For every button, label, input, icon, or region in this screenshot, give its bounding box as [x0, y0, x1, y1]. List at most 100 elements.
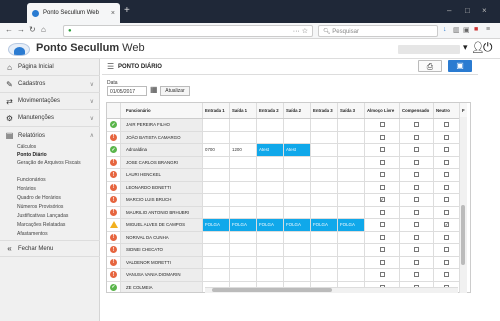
- comp-checkbox[interactable]: [414, 147, 419, 153]
- time-cell-s3[interactable]: [338, 144, 365, 156]
- time-cell-e2[interactable]: FOLGA: [257, 219, 284, 231]
- time-cell-e1[interactable]: [203, 131, 230, 143]
- time-cell-s2[interactable]: [284, 206, 311, 218]
- time-cell-s3[interactable]: [338, 231, 365, 243]
- almoco-checkbox[interactable]: [379, 184, 385, 190]
- sidebar-sub-item[interactable]: Geração de Arquivos Fiscais: [17, 160, 95, 166]
- minimize-icon[interactable]: –: [447, 6, 451, 15]
- vertical-scroll-thumb[interactable]: [461, 205, 465, 265]
- time-cell-s1[interactable]: [230, 206, 257, 218]
- time-cell-e3[interactable]: [311, 156, 338, 168]
- employee-name-cell[interactable]: LAURI HENCKEL: [121, 169, 203, 181]
- time-cell-e2[interactable]: [257, 256, 284, 268]
- download-icon[interactable]: ↓: [443, 26, 447, 33]
- time-cell-e1[interactable]: [203, 169, 230, 181]
- close-window-icon[interactable]: ×: [482, 6, 487, 15]
- neutro-checkbox[interactable]: [444, 184, 449, 190]
- almoco-checkbox[interactable]: ✓: [379, 197, 385, 203]
- time-cell-e1[interactable]: 0700: [203, 144, 230, 156]
- almoco-checkbox[interactable]: [379, 272, 385, 278]
- table-row[interactable]: ! JOSE CARLOS BRANGRI: [107, 156, 467, 169]
- save-button[interactable]: ▣: [448, 60, 472, 72]
- col-header[interactable]: Funcionário: [121, 103, 203, 118]
- time-cell-e3[interactable]: [311, 206, 338, 218]
- update-button[interactable]: Atualizar: [160, 86, 190, 96]
- table-row[interactable]: ! LAURI HENCKEL: [107, 169, 467, 182]
- almoco-checkbox[interactable]: [379, 172, 385, 178]
- user-name-box[interactable]: [398, 45, 460, 54]
- time-cell-e3[interactable]: [311, 119, 338, 131]
- col-header[interactable]: Entrada 1: [203, 103, 230, 118]
- neutro-checkbox[interactable]: [444, 209, 449, 215]
- comp-checkbox[interactable]: [414, 197, 419, 203]
- sidebar-sub-item[interactable]: Horários: [17, 186, 36, 192]
- col-header[interactable]: Saída 1: [230, 103, 257, 118]
- sidebar-sub-item[interactable]: Quadro de Horários: [17, 195, 61, 201]
- time-cell-s2[interactable]: [284, 244, 311, 256]
- sidebar-sub-item[interactable]: Marcações Relatadas: [17, 222, 65, 228]
- employee-name-cell[interactable]: JOSE CARLOS BRANGRI: [121, 156, 203, 168]
- sidebar-item-home[interactable]: ⌂ Página Inicial: [0, 59, 100, 76]
- comp-checkbox[interactable]: [414, 222, 419, 228]
- employee-name-cell[interactable]: MIGUEL ALVES DE CAMPOS: [121, 219, 203, 231]
- employee-name-cell[interactable]: VALDENOR MORETTI: [121, 256, 203, 268]
- almoco-checkbox[interactable]: [379, 234, 385, 240]
- employee-name-cell[interactable]: VANUSA VANIA DIOMARIN: [121, 269, 203, 281]
- time-cell-s1[interactable]: [230, 256, 257, 268]
- neutro-checkbox[interactable]: [444, 147, 449, 153]
- time-cell-s3[interactable]: [338, 131, 365, 143]
- employee-name-cell[interactable]: JAIR PEREIRA FILHO: [121, 119, 203, 131]
- time-cell-e1[interactable]: [203, 269, 230, 281]
- time-cell-e1[interactable]: [203, 194, 230, 206]
- employee-name-cell[interactable]: ZE COLMEIA: [121, 281, 203, 292]
- time-cell-e2[interactable]: [257, 156, 284, 168]
- time-cell-s2[interactable]: [284, 231, 311, 243]
- col-header[interactable]: Entrada 2: [257, 103, 284, 118]
- horizontal-scroll-thumb[interactable]: [212, 288, 332, 292]
- almoco-checkbox[interactable]: [379, 122, 385, 128]
- neutro-checkbox[interactable]: [444, 234, 449, 240]
- employee-name-cell[interactable]: JOÃO BATISTA CAMARGO: [121, 131, 203, 143]
- time-cell-s1[interactable]: [230, 119, 257, 131]
- almoco-checkbox[interactable]: [379, 222, 385, 228]
- sidebar-sub-item-active[interactable]: Ponto Diário: [17, 152, 47, 158]
- sidebar-item-relatorios[interactable]: ▤ Relatórios ∧: [0, 127, 100, 144]
- time-cell-s2[interactable]: [284, 156, 311, 168]
- table-row[interactable]: ! NORIVAL DA CUNHA: [107, 231, 467, 244]
- time-cell-e2[interactable]: [257, 119, 284, 131]
- time-cell-s3[interactable]: [338, 181, 365, 193]
- sidebar-item-cadastros[interactable]: ✎ Cadastros ∨: [0, 76, 100, 93]
- date-input[interactable]: 01/05/2017: [107, 86, 147, 96]
- maximize-icon[interactable]: □: [465, 6, 470, 15]
- time-cell-e2[interactable]: [257, 169, 284, 181]
- time-cell-s2[interactable]: [284, 256, 311, 268]
- time-cell-s3[interactable]: FOLGA: [338, 219, 365, 231]
- back-icon[interactable]: ←: [5, 25, 13, 34]
- close-menu-button[interactable]: «Fechar Menu: [0, 240, 100, 257]
- url-bar[interactable]: ● ··· ☆: [63, 25, 313, 37]
- sidebar-sub-item[interactable]: Justificativas Lançadas: [17, 213, 68, 219]
- time-cell-e2[interactable]: [257, 194, 284, 206]
- time-cell-e1[interactable]: [203, 244, 230, 256]
- table-row[interactable]: ✓ JAIR PEREIRA FILHO: [107, 119, 467, 132]
- col-header[interactable]: F: [460, 103, 470, 118]
- time-cell-e2[interactable]: [257, 206, 284, 218]
- sidebar-toggle-icon[interactable]: ▣: [463, 26, 470, 34]
- time-cell-e3[interactable]: [311, 244, 338, 256]
- neutro-checkbox[interactable]: [444, 122, 449, 128]
- neutro-checkbox[interactable]: [444, 272, 449, 278]
- time-cell-e1[interactable]: [203, 206, 230, 218]
- neutro-checkbox[interactable]: [444, 172, 449, 178]
- comp-checkbox[interactable]: [414, 159, 419, 165]
- employee-name-cell[interactable]: Adroaldina: [121, 144, 203, 156]
- time-cell-s1[interactable]: [230, 269, 257, 281]
- time-cell-s2[interactable]: [284, 131, 311, 143]
- neutro-checkbox[interactable]: [444, 197, 449, 203]
- time-cell-s2[interactable]: Atest: [284, 144, 311, 156]
- time-cell-s2[interactable]: FOLGA: [284, 219, 311, 231]
- comp-checkbox[interactable]: [414, 122, 419, 128]
- new-tab-button[interactable]: +: [124, 5, 130, 16]
- library-icon[interactable]: ▥: [453, 26, 460, 34]
- time-cell-s1[interactable]: [230, 156, 257, 168]
- almoco-checkbox[interactable]: [379, 259, 385, 265]
